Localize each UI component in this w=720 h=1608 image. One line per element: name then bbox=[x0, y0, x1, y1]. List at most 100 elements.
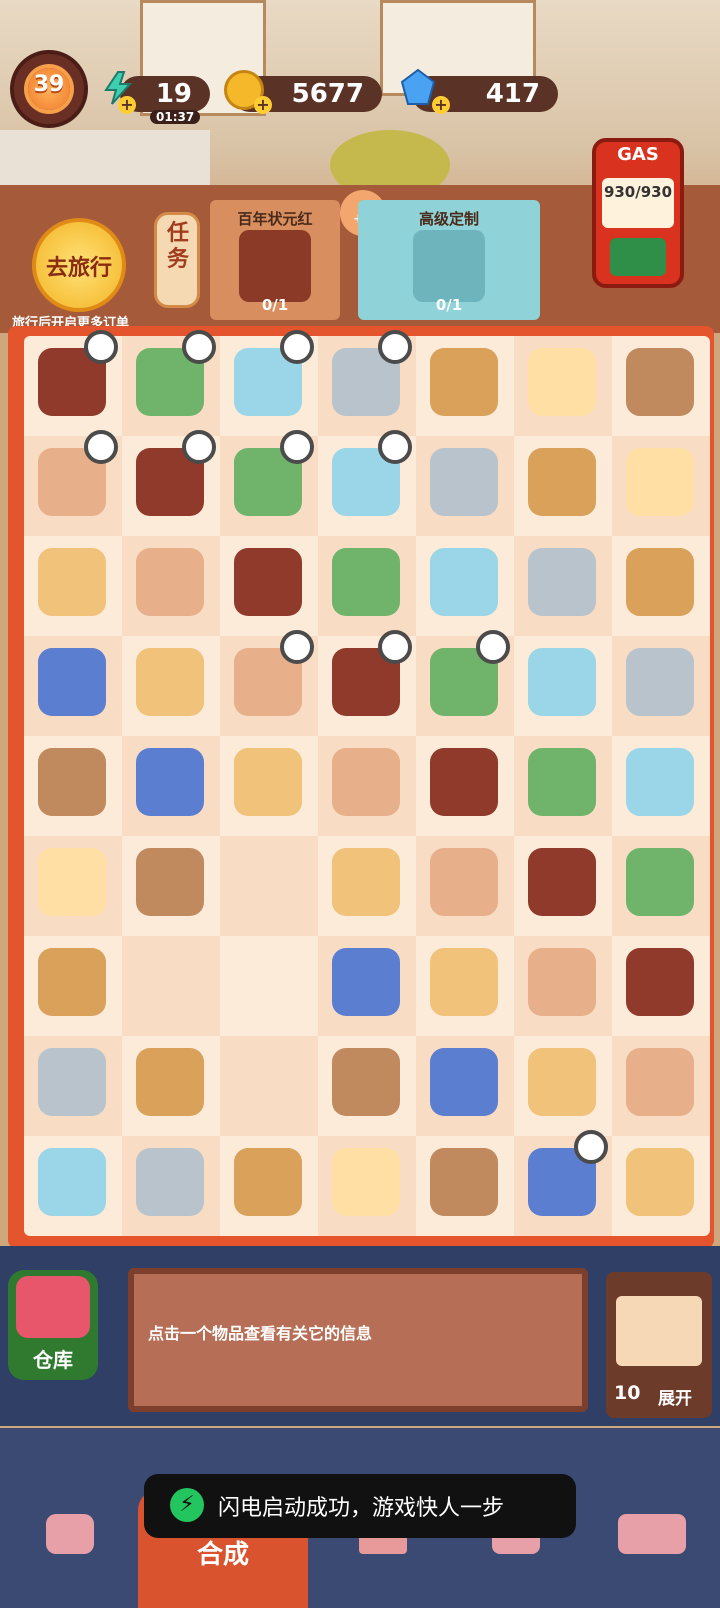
board-cell[interactable] bbox=[318, 330, 416, 436]
sauce-bottle-icon[interactable] bbox=[430, 1148, 498, 1216]
martini-icon[interactable] bbox=[626, 1048, 694, 1116]
envelope-icon[interactable] bbox=[430, 448, 498, 516]
photo-icon[interactable] bbox=[528, 848, 596, 916]
chef-uniform-icon[interactable] bbox=[430, 348, 498, 416]
shelf-icon[interactable] bbox=[38, 1148, 106, 1216]
crate-icon[interactable] bbox=[136, 1148, 204, 1216]
board-cell[interactable] bbox=[220, 736, 318, 836]
mug-icon[interactable] bbox=[332, 1048, 400, 1116]
board-cell[interactable] bbox=[514, 636, 612, 736]
juice-glass-icon[interactable] bbox=[136, 848, 204, 916]
cocktail-icon[interactable] bbox=[528, 948, 596, 1016]
safe-icon[interactable] bbox=[136, 648, 204, 716]
board-cell[interactable] bbox=[122, 330, 220, 436]
order-card-1[interactable]: 百年状元红 0/1 bbox=[210, 200, 340, 320]
expand-panel[interactable]: 10 展开 bbox=[606, 1272, 712, 1418]
board-cell[interactable] bbox=[612, 1036, 710, 1136]
board-cell[interactable] bbox=[612, 936, 710, 1036]
board-cell[interactable] bbox=[612, 536, 710, 636]
hook-icon[interactable] bbox=[430, 848, 498, 916]
notebook-icon[interactable] bbox=[136, 548, 204, 616]
paper-plane-icon[interactable] bbox=[528, 648, 596, 716]
board-cell[interactable] bbox=[122, 636, 220, 736]
ink-bottle-icon[interactable] bbox=[528, 1048, 596, 1116]
board-cell[interactable] bbox=[612, 1136, 710, 1236]
box-icon[interactable] bbox=[528, 548, 596, 616]
board-cell[interactable] bbox=[122, 1036, 220, 1136]
board-cell[interactable] bbox=[122, 1136, 220, 1236]
beer-glass-icon[interactable] bbox=[430, 948, 498, 1016]
board-cell[interactable] bbox=[416, 836, 514, 936]
parfait-icon[interactable] bbox=[332, 1148, 400, 1216]
rice-cooker-icon[interactable] bbox=[136, 748, 204, 816]
board-cell[interactable] bbox=[416, 1036, 514, 1136]
printer-icon[interactable] bbox=[626, 648, 694, 716]
board-cell[interactable] bbox=[514, 736, 612, 836]
board-cell[interactable] bbox=[612, 336, 710, 436]
board-cell[interactable] bbox=[612, 836, 710, 936]
notebook-icon[interactable] bbox=[332, 548, 400, 616]
board-cell[interactable] bbox=[318, 430, 416, 536]
toast-icon[interactable] bbox=[38, 948, 106, 1016]
add-gems-icon[interactable]: + bbox=[432, 96, 450, 114]
board-cell[interactable] bbox=[220, 630, 318, 736]
board-cell[interactable] bbox=[122, 430, 220, 536]
tasks-button[interactable]: 任务 bbox=[154, 212, 200, 308]
shovel-icon[interactable] bbox=[38, 1048, 106, 1116]
order-card-2[interactable]: 高级定制 0/1 bbox=[358, 200, 540, 320]
sugar-jar-icon[interactable] bbox=[528, 748, 596, 816]
board-cell[interactable] bbox=[416, 630, 514, 736]
board-cell[interactable] bbox=[24, 536, 122, 636]
gas-tank-icon[interactable] bbox=[610, 238, 666, 276]
sugar-jar-icon[interactable] bbox=[626, 748, 694, 816]
board-cell[interactable] bbox=[318, 836, 416, 936]
fishbowl-icon[interactable] bbox=[430, 1048, 498, 1116]
board-cell[interactable] bbox=[514, 436, 612, 536]
board-cell[interactable] bbox=[514, 1130, 612, 1236]
crate-icon[interactable] bbox=[234, 1148, 302, 1216]
box-icon[interactable] bbox=[430, 548, 498, 616]
cabinet-icon[interactable] bbox=[38, 648, 106, 716]
plant-icon[interactable] bbox=[626, 448, 694, 516]
bowl-icon[interactable] bbox=[430, 748, 498, 816]
board-cell[interactable] bbox=[24, 330, 122, 436]
board-cell[interactable] bbox=[514, 536, 612, 636]
board-cell[interactable] bbox=[416, 336, 514, 436]
board-cell[interactable] bbox=[220, 536, 318, 636]
margarita-icon[interactable] bbox=[626, 948, 694, 1016]
board-cell[interactable] bbox=[220, 330, 318, 436]
rice-cooker-icon[interactable] bbox=[38, 748, 106, 816]
board-cell[interactable] bbox=[122, 836, 220, 936]
board-cell[interactable] bbox=[318, 536, 416, 636]
board-cell[interactable] bbox=[220, 1036, 318, 1136]
orange-drink-icon[interactable] bbox=[332, 948, 400, 1016]
gas-pump[interactable]: GAS 930/930 bbox=[592, 138, 684, 288]
board-cell[interactable] bbox=[416, 436, 514, 536]
board-cell[interactable] bbox=[416, 936, 514, 1036]
chef-hat-icon[interactable] bbox=[528, 348, 596, 416]
whiskey-glass-icon[interactable] bbox=[136, 1048, 204, 1116]
board-cell[interactable] bbox=[122, 936, 220, 1036]
board-cell[interactable] bbox=[318, 630, 416, 736]
board-cell[interactable] bbox=[318, 1136, 416, 1236]
board-cell[interactable] bbox=[122, 536, 220, 636]
board-cell[interactable] bbox=[24, 936, 122, 1036]
plant-icon[interactable] bbox=[626, 348, 694, 416]
board-cell[interactable] bbox=[514, 936, 612, 1036]
travel-button[interactable]: 去旅行 bbox=[32, 218, 126, 312]
storage-button[interactable]: 仓库 bbox=[8, 1270, 98, 1380]
add-energy-icon[interactable]: + bbox=[118, 96, 136, 114]
board-cell[interactable] bbox=[24, 430, 122, 536]
add-coins-icon[interactable]: + bbox=[254, 96, 272, 114]
board-cell[interactable] bbox=[318, 1036, 416, 1136]
board-cell[interactable] bbox=[220, 836, 318, 936]
notebook-icon[interactable] bbox=[234, 548, 302, 616]
board-cell[interactable] bbox=[416, 1136, 514, 1236]
board-cell[interactable] bbox=[612, 436, 710, 536]
board-cell[interactable] bbox=[220, 430, 318, 536]
nav-tab-bus[interactable] bbox=[590, 1490, 714, 1608]
board-cell[interactable] bbox=[220, 1136, 318, 1236]
board-cell[interactable] bbox=[612, 736, 710, 836]
level-badge[interactable]: 39 bbox=[10, 50, 88, 128]
board-cell[interactable] bbox=[24, 736, 122, 836]
